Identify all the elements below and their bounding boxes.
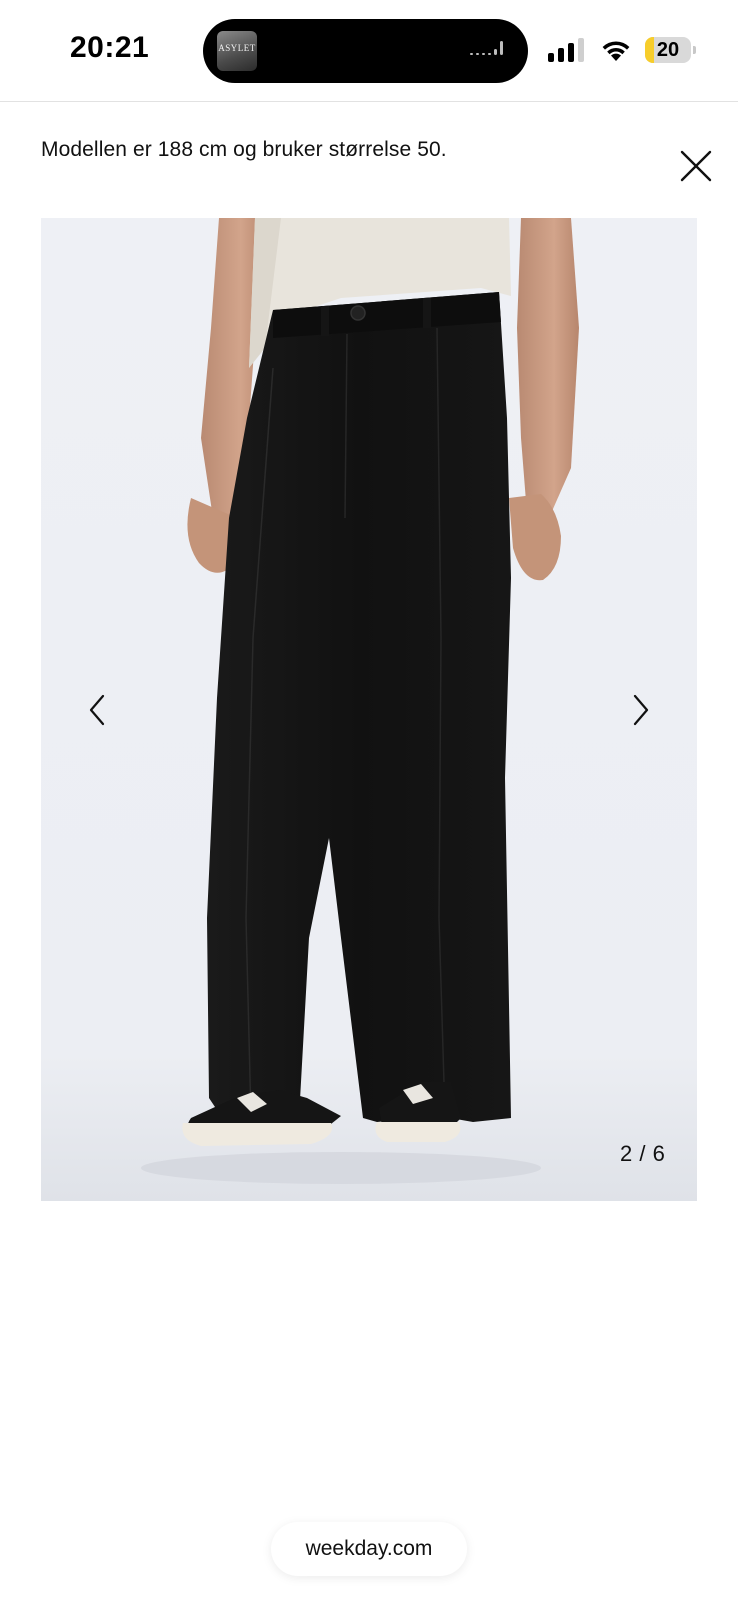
browser-url-bar[interactable]: weekday.com (271, 1522, 467, 1576)
wifi-icon (599, 37, 633, 63)
previous-image-button[interactable] (75, 680, 119, 740)
audio-waveform-icon (470, 41, 510, 61)
header-divider (0, 101, 738, 102)
product-image-viewer: 20:21 ASYLET 20 Modellen er 188 cm og br… (0, 0, 738, 1600)
next-image-button[interactable] (619, 680, 663, 740)
status-bar: 20:21 ASYLET 20 (0, 0, 738, 101)
close-icon (680, 150, 712, 182)
chevron-left-icon (89, 694, 105, 726)
now-playing-album-art: ASYLET (217, 31, 257, 71)
status-time: 20:21 (70, 31, 150, 64)
browser-url-text: weekday.com (305, 1537, 433, 1560)
close-button[interactable] (678, 148, 714, 184)
album-art-text: ASYLET (218, 43, 256, 53)
model-size-caption: Modellen er 188 cm og bruker størrelse 5… (41, 138, 447, 161)
image-counter: 2 / 6 (620, 1141, 666, 1166)
product-photo-illustration (41, 218, 697, 1201)
battery-level: 20 (656, 39, 680, 61)
chevron-right-icon (633, 694, 649, 726)
cellular-signal-icon (548, 38, 586, 62)
product-photo[interactable] (41, 218, 697, 1201)
dynamic-island[interactable]: ASYLET (203, 19, 528, 83)
battery-icon: 20 (645, 37, 696, 63)
